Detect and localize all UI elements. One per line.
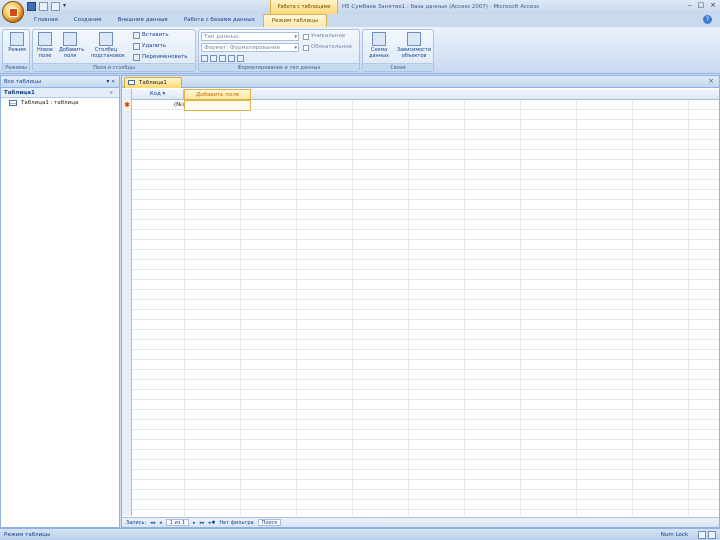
group-relationships: Схема данных Зависимости объектов Связи bbox=[362, 29, 434, 72]
nav-pane-header[interactable]: Все таблицы ▾ « bbox=[1, 76, 119, 88]
navigation-pane: Все таблицы ▾ « Таблица1 » Таблица1 : та… bbox=[0, 75, 120, 528]
save-icon[interactable] bbox=[27, 2, 36, 11]
design-view-icon[interactable] bbox=[708, 531, 716, 539]
currency-icon bbox=[201, 55, 208, 62]
lookup-column-icon bbox=[99, 32, 113, 46]
view-button[interactable]: Режим bbox=[6, 32, 28, 53]
new-record-marker-icon: ✱ bbox=[123, 101, 131, 110]
view-icon bbox=[10, 32, 24, 46]
tab-datasheet[interactable]: Режим таблицы bbox=[262, 14, 328, 27]
row-selector-column bbox=[122, 89, 132, 516]
minimize-button[interactable]: – bbox=[688, 1, 692, 9]
window-title: Н5 Сумбаев Занятие1 : база данных (Acces… bbox=[342, 4, 540, 10]
cell-add-field-new[interactable] bbox=[184, 100, 251, 111]
tab-database-tools[interactable]: Работа с базами данных bbox=[176, 14, 263, 27]
new-record-button[interactable]: ▸✱ bbox=[209, 520, 216, 526]
table-icon bbox=[9, 100, 17, 106]
relationships-icon bbox=[372, 32, 386, 46]
close-button[interactable]: × bbox=[710, 1, 716, 9]
record-navigator: Запись: ◂◂ ◂ 1 из 1 ▸ ▸▸ ▸✱ Нет фильтра … bbox=[122, 517, 719, 527]
group-views: Режим Режимы bbox=[2, 29, 30, 72]
object-dependencies-button[interactable]: Зависимости объектов bbox=[395, 32, 433, 59]
group-formatting: Тип данных: ▾ Формат: Форматирование ▾ Уни… bbox=[198, 29, 360, 72]
percent-icon bbox=[210, 55, 217, 62]
new-field-button[interactable]: Новое поле bbox=[34, 32, 56, 59]
document-area: Таблица1 × Код ▾ Добавить поле ✱ (№) Зап… bbox=[121, 75, 720, 528]
required-checkbox[interactable]: Обязательное bbox=[303, 43, 352, 52]
window-controls: – □ × bbox=[688, 1, 716, 9]
nav-pane-controls[interactable]: ▾ « bbox=[106, 76, 115, 88]
num-lock-indicator: Num Lock bbox=[660, 532, 688, 538]
office-button[interactable] bbox=[2, 1, 24, 23]
help-icon[interactable]: ? bbox=[703, 15, 712, 24]
add-fields-icon bbox=[63, 32, 77, 46]
rename-icon bbox=[133, 54, 140, 61]
delete-icon bbox=[133, 43, 140, 50]
redo-icon[interactable] bbox=[51, 2, 60, 11]
add-fields-button[interactable]: Добавить поля bbox=[59, 32, 84, 59]
qat-dropdown-icon[interactable]: ▾ bbox=[63, 2, 68, 11]
delete-button[interactable]: Удалить bbox=[133, 42, 166, 51]
status-bar: Режим таблицы Num Lock bbox=[0, 528, 720, 540]
decrease-decimals-icon bbox=[237, 55, 244, 62]
insert-icon bbox=[133, 32, 140, 39]
collapse-icon[interactable]: » bbox=[110, 88, 113, 98]
lookup-column-button[interactable]: Столбец подстановок bbox=[91, 32, 125, 59]
chevron-down-icon: ▾ bbox=[294, 45, 297, 51]
search-input[interactable]: Поиск bbox=[257, 519, 282, 526]
nav-item-table1[interactable]: Таблица1 : таблица bbox=[1, 98, 119, 108]
last-record-button[interactable]: ▸▸ bbox=[200, 520, 205, 526]
undo-icon[interactable] bbox=[39, 2, 48, 11]
rename-button[interactable]: Переименовать bbox=[133, 53, 188, 62]
doc-tab-table1[interactable]: Таблица1 bbox=[124, 77, 182, 88]
datasheet-view-icon[interactable] bbox=[698, 531, 706, 539]
data-type-combo[interactable]: Тип данных: ▾ bbox=[201, 32, 299, 41]
chevron-down-icon: ▾ bbox=[294, 34, 297, 40]
cell-id-new[interactable]: (№) bbox=[166, 100, 184, 111]
document-tabs: Таблица1 × bbox=[122, 76, 719, 88]
tab-create[interactable]: Создание bbox=[66, 14, 110, 27]
dependencies-icon bbox=[407, 32, 421, 46]
unique-checkbox[interactable]: Уникальное bbox=[303, 32, 345, 41]
new-field-icon bbox=[38, 32, 52, 46]
tab-home[interactable]: Главная bbox=[26, 14, 66, 27]
status-view-label: Режим таблицы bbox=[4, 532, 51, 538]
maximize-button[interactable]: □ bbox=[698, 1, 705, 9]
nav-group-table1[interactable]: Таблица1 » bbox=[1, 88, 119, 98]
filter-status[interactable]: Нет фильтра bbox=[219, 520, 253, 526]
column-header-id[interactable]: Код ▾ bbox=[132, 89, 184, 100]
insert-button[interactable]: Вставить bbox=[133, 31, 169, 40]
tab-external-data[interactable]: Внешние данные bbox=[110, 14, 176, 27]
number-format-buttons[interactable] bbox=[201, 54, 244, 63]
close-icon[interactable]: × bbox=[708, 77, 714, 85]
office-logo-icon bbox=[9, 8, 18, 17]
table-icon bbox=[128, 80, 135, 85]
ribbon-tabs: Главная Создание Внешние данные Работа с… bbox=[26, 14, 328, 27]
thousands-icon bbox=[219, 55, 226, 62]
prev-record-button[interactable]: ◂ bbox=[159, 520, 162, 526]
column-header-add-field[interactable]: Добавить поле bbox=[184, 89, 251, 100]
view-switcher bbox=[698, 531, 716, 539]
ribbon: Режим Режимы Новое поле Добавить поля Ст… bbox=[0, 27, 720, 74]
increase-decimals-icon bbox=[228, 55, 235, 62]
first-record-button[interactable]: ◂◂ bbox=[150, 520, 155, 526]
next-record-button[interactable]: ▸ bbox=[193, 520, 196, 526]
context-tab-header: Работа с таблицами bbox=[270, 0, 338, 14]
datasheet-header-row: Код ▾ Добавить поле bbox=[122, 89, 719, 100]
datasheet-grid[interactable] bbox=[122, 89, 719, 516]
quick-access-toolbar: ▾ bbox=[27, 2, 68, 12]
format-combo[interactable]: Формат: Форматирование ▾ bbox=[201, 43, 299, 52]
relationships-button[interactable]: Схема данных bbox=[365, 32, 393, 59]
record-position-input[interactable]: 1 из 1 bbox=[165, 519, 190, 526]
group-fields-columns: Новое поле Добавить поля Столбец подстан… bbox=[32, 29, 196, 72]
